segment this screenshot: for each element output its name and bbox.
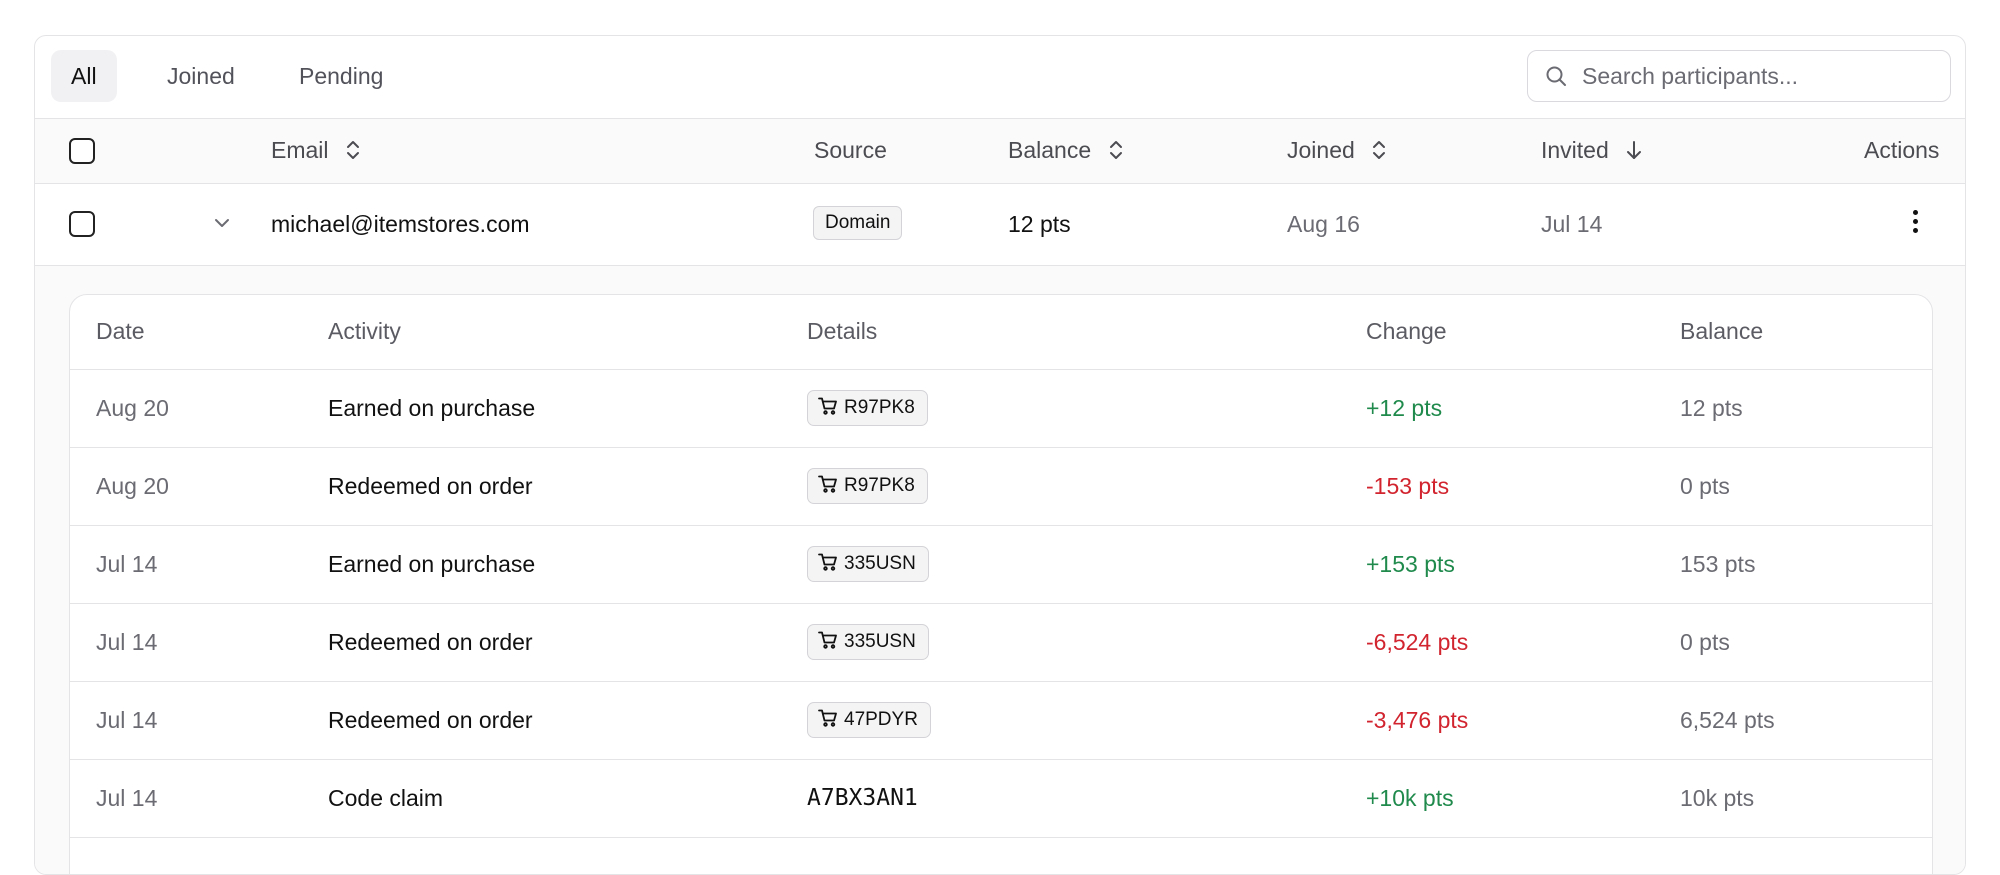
order-reference: R97PK8 (844, 475, 915, 496)
activity-column-date: Date (96, 318, 145, 344)
column-actions-label: Actions (1864, 137, 1940, 163)
column-invited-label: Invited (1541, 137, 1609, 163)
tab-all[interactable]: All (51, 50, 117, 102)
activity-date: Jul 14 (96, 707, 158, 733)
column-source-label: Source (814, 137, 887, 163)
order-reference-chip[interactable]: 335USN (807, 546, 929, 582)
order-reference: R97PK8 (844, 397, 915, 418)
sort-icon (1109, 140, 1122, 159)
column-joined-label: Joined (1287, 137, 1355, 163)
more-vertical-icon[interactable] (1911, 210, 1919, 238)
order-reference-chip[interactable]: 335USN (807, 624, 929, 660)
activity-row: Jul 14 Earned on purchase 335USN +153 pts 15… (70, 526, 1932, 604)
activity-column-activity: Activity (328, 318, 401, 344)
column-email-label: Email (271, 137, 329, 163)
participant-balance: 12 pts (1008, 211, 1071, 237)
activity-description: Redeemed on order (328, 707, 533, 733)
search-input[interactable] (1580, 51, 1944, 102)
activity-row: Jul 14 Redeemed on order 47PDYR -3,476 pts 6… (70, 682, 1932, 760)
column-header-source: Source (814, 119, 887, 182)
order-reference: 335USN (844, 631, 916, 652)
column-header-invited[interactable]: Invited (1541, 119, 1643, 182)
activity-description: Redeemed on order (328, 473, 533, 499)
search-box (1527, 50, 1951, 102)
activity-description: Earned on purchase (328, 551, 536, 577)
activity-row: Aug 20 Earned on purchase R97PK8 +12 pts 12 … (70, 370, 1932, 448)
column-balance-label: Balance (1008, 137, 1092, 163)
table-header: Email Source Balance Joined Invited Acti… (35, 118, 1965, 184)
running-balance: 12 pts (1680, 395, 1743, 421)
claim-code: A7BX3AN1 (807, 785, 918, 811)
running-balance: 0 pts (1680, 473, 1730, 499)
column-header-joined[interactable]: Joined (1287, 119, 1387, 182)
sort-icon (346, 140, 359, 159)
sort-icon (1373, 140, 1386, 159)
table-row[interactable]: michael@itemstores.com Domain 12 pts Aug… (35, 184, 1965, 266)
activity-description: Earned on purchase (328, 395, 536, 421)
cart-icon (818, 710, 837, 728)
activity-date: Aug 20 (96, 473, 169, 499)
cart-icon (818, 476, 837, 494)
running-balance: 6,524 pts (1680, 707, 1775, 733)
participants-table-card: All Joined Pending Email Source Balance (34, 35, 1966, 875)
activity-row: Jul 14 Code claim A7BX3AN1 +10k pts 10k pts (70, 760, 1932, 838)
running-balance: 153 pts (1680, 551, 1756, 577)
row-select-checkbox[interactable] (69, 211, 95, 237)
activity-date: Jul 14 (96, 629, 158, 655)
points-change: +12 pts (1366, 395, 1443, 421)
tab-joined[interactable]: Joined (147, 50, 255, 102)
activity-description: Code claim (328, 785, 444, 811)
column-header-balance[interactable]: Balance (1008, 119, 1124, 182)
points-change: +153 pts (1366, 551, 1455, 577)
activity-row: Jul 14 Redeemed on order 335USN -6,524 pts 0… (70, 604, 1932, 682)
order-reference-chip[interactable]: R97PK8 (807, 390, 928, 426)
activity-date: Jul 14 (96, 785, 158, 811)
activity-table-header: Date Activity Details Change Balance (70, 295, 1932, 370)
points-change: +10k pts (1366, 785, 1454, 811)
participant-invited-date: Jul 14 (1541, 211, 1603, 237)
points-change: -153 pts (1366, 473, 1450, 499)
cart-icon (818, 398, 837, 416)
order-reference: 47PDYR (844, 709, 918, 730)
running-balance: 0 pts (1680, 629, 1730, 655)
points-change: -6,524 pts (1366, 629, 1469, 655)
points-change: -3,476 pts (1366, 707, 1469, 733)
participant-email: michael@itemstores.com (271, 211, 530, 237)
source-badge: Domain (813, 206, 903, 240)
activity-table: Date Activity Details Change Balance Aug… (69, 294, 1933, 874)
arrow-down-icon (1627, 140, 1642, 159)
tab-pending[interactable]: Pending (279, 50, 403, 102)
column-header-actions: Actions (1864, 119, 1939, 182)
activity-row: Aug 20 Redeemed on order R97PK8 -153 pts 0 p… (70, 448, 1932, 526)
running-balance: 10k pts (1680, 785, 1755, 811)
search-icon (1546, 66, 1566, 86)
order-reference-chip[interactable]: 47PDYR (807, 702, 931, 738)
order-reference-chip[interactable]: R97PK8 (807, 468, 928, 504)
cart-icon (818, 632, 837, 650)
activity-description: Redeemed on order (328, 629, 533, 655)
select-all-checkbox[interactable] (69, 138, 95, 164)
activity-column-change: Change (1366, 318, 1447, 344)
chevron-down-icon[interactable] (211, 212, 233, 234)
order-reference: 335USN (844, 553, 916, 574)
row-expanded-panel: Date Activity Details Change Balance Aug… (35, 266, 1965, 874)
toolbar: All Joined Pending (35, 36, 1965, 118)
activity-date: Aug 20 (96, 395, 169, 421)
cart-icon (818, 554, 837, 572)
activity-date: Jul 14 (96, 551, 158, 577)
participant-joined-date: Aug 16 (1287, 211, 1360, 237)
activity-column-balance: Balance (1680, 318, 1764, 344)
column-header-email[interactable]: Email (271, 119, 361, 182)
activity-column-details: Details (807, 318, 878, 344)
